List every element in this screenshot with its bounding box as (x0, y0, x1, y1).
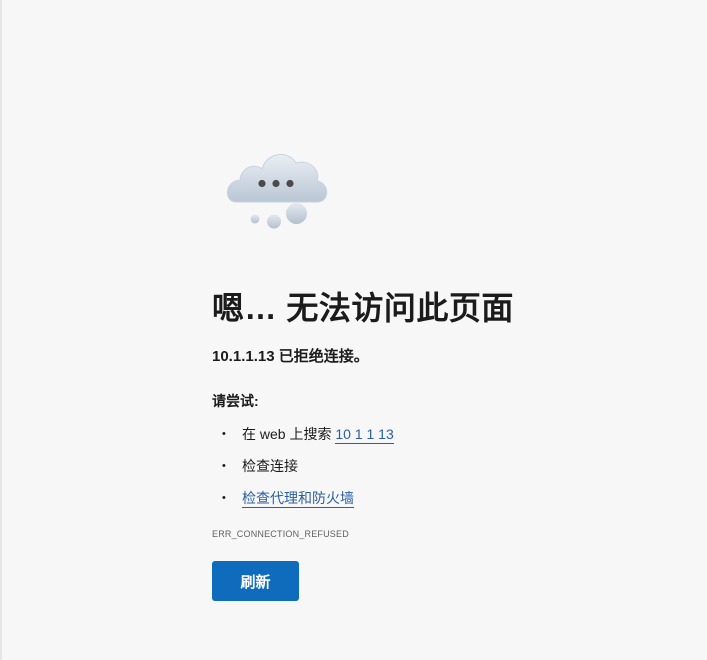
suggestion-search: • 在 web 上搜索 10 1 1 13 (222, 424, 394, 456)
bullet: • (222, 460, 226, 472)
cloud-with-dots-icon (222, 145, 332, 235)
search-link[interactable]: 10 1 1 13 (335, 426, 394, 444)
try-label: 请尝试: (212, 393, 259, 409)
suggestion-proxy-firewall: • 检查代理和防火墙 (222, 488, 394, 520)
proxy-firewall-link[interactable]: 检查代理和防火墙 (242, 490, 354, 508)
suggestion-list: • 在 web 上搜索 10 1 1 13 • 检查连接 • 检查代理和防火墙 (222, 424, 394, 520)
error-message: 10.1.1.13 已拒绝连接。 (212, 348, 369, 365)
suggestion-search-text: 在 web 上搜索 (242, 426, 336, 442)
error-code: ERR_CONNECTION_REFUSED (212, 529, 349, 539)
suggestion-check-connection-text: 检查连接 (242, 458, 298, 474)
bullet: • (222, 428, 226, 440)
page-title: 嗯… 无法访问此页面 (212, 290, 514, 326)
window-edge (0, 0, 2, 660)
bullet: • (222, 492, 226, 504)
suggestion-check-connection: • 检查连接 (222, 456, 394, 488)
refresh-button[interactable]: 刷新 (212, 561, 299, 601)
